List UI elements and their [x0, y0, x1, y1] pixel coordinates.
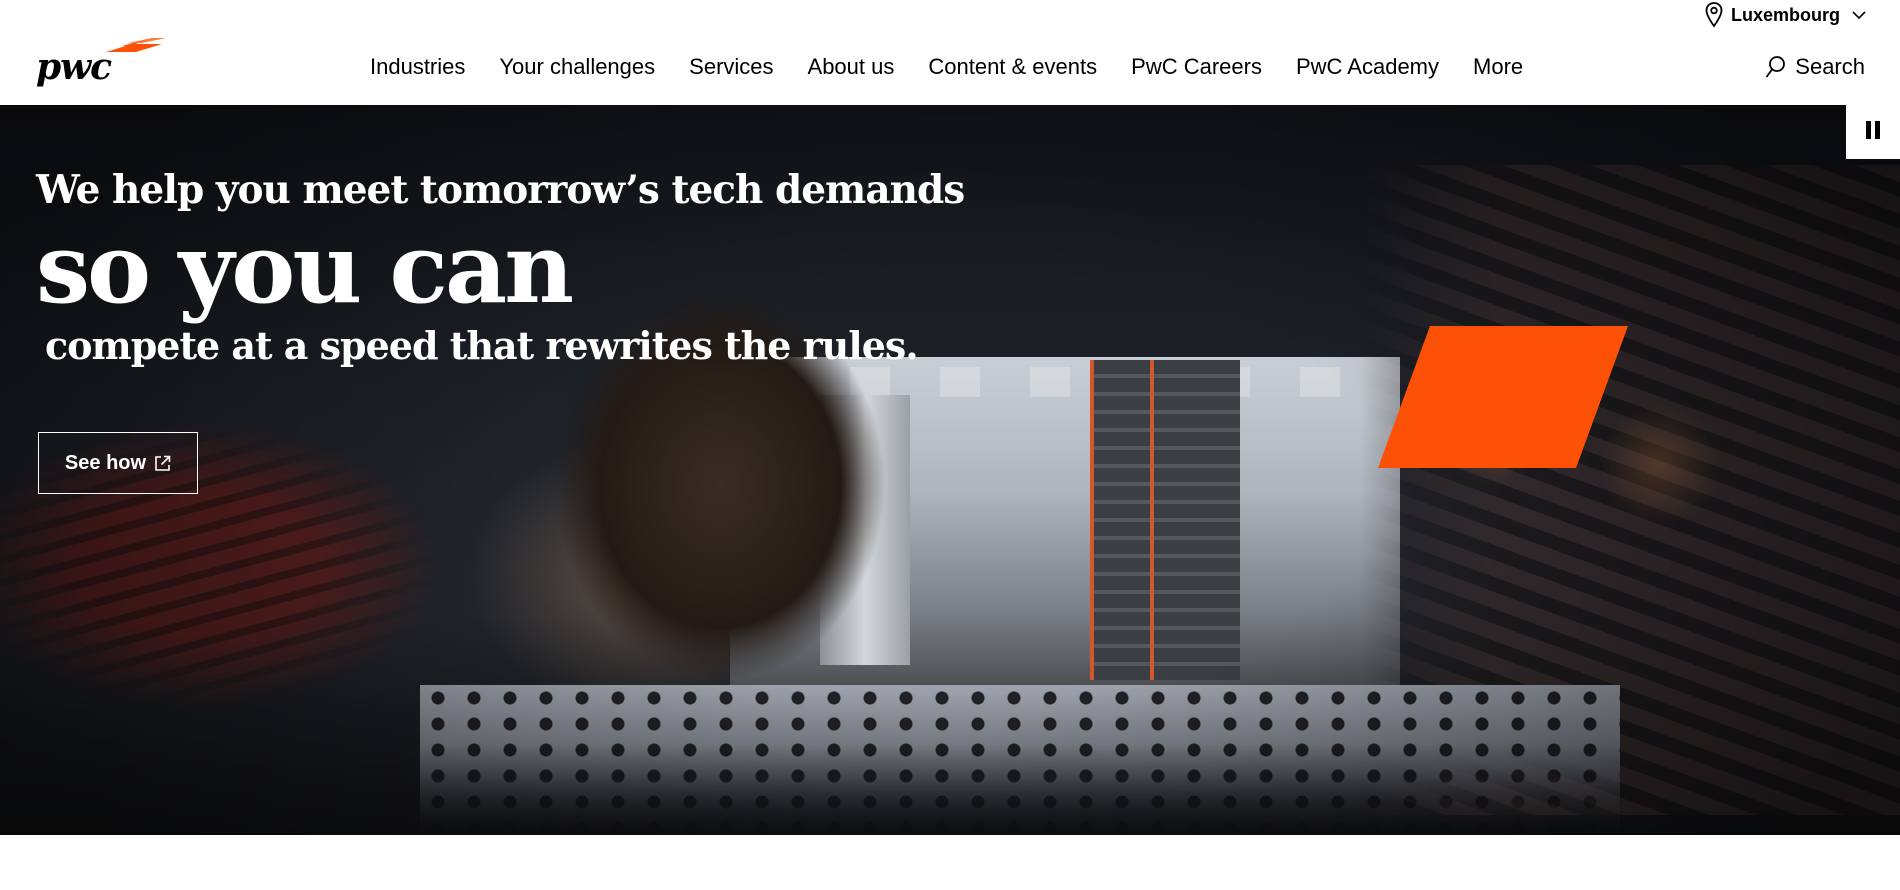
map-pin-icon — [1705, 2, 1723, 28]
hero-title: so you can — [36, 212, 574, 325]
logo-wordmark: pwc — [36, 46, 112, 88]
location-selector[interactable]: Luxembourg — [1705, 2, 1866, 28]
nav-item-about-us[interactable]: About us — [791, 50, 912, 84]
hero-headline: We help you meet tomorrow’s tech demands… — [36, 167, 965, 368]
pwc-logo[interactable]: pwc — [36, 38, 166, 88]
pause-video-button[interactable] — [1846, 105, 1900, 159]
nav-item-content-events[interactable]: Content & events — [911, 50, 1114, 84]
chevron-down-icon — [1852, 11, 1866, 20]
search-button[interactable]: Search — [1765, 52, 1865, 82]
external-link-icon — [155, 455, 171, 471]
main-nav: Industries Your challenges Services Abou… — [370, 50, 1540, 84]
hero-tagline: compete at a speed that rewrites the rul… — [45, 323, 919, 368]
nav-item-your-challenges[interactable]: Your challenges — [482, 50, 672, 84]
hero-banner: We help you meet tomorrow’s tech demands… — [0, 105, 1900, 835]
site-header: Luxembourg pwc Industries Your challenge… — [0, 0, 1900, 104]
search-icon — [1766, 56, 1786, 78]
nav-item-services[interactable]: Services — [672, 50, 790, 84]
location-label: Luxembourg — [1730, 4, 1840, 25]
hero-subtitle: We help you meet tomorrow’s tech demands — [36, 167, 965, 213]
pause-icon — [1864, 120, 1882, 144]
nav-item-pwc-careers[interactable]: PwC Careers — [1114, 50, 1279, 84]
see-how-label: See how — [64, 451, 147, 474]
nav-item-industries[interactable]: Industries — [370, 50, 482, 84]
search-label: Search — [1795, 54, 1865, 79]
orange-parallelogram-shape — [1378, 326, 1628, 468]
see-how-button[interactable]: See how — [38, 432, 198, 494]
nav-item-pwc-academy[interactable]: PwC Academy — [1279, 50, 1456, 84]
nav-item-more[interactable]: More — [1456, 50, 1540, 84]
